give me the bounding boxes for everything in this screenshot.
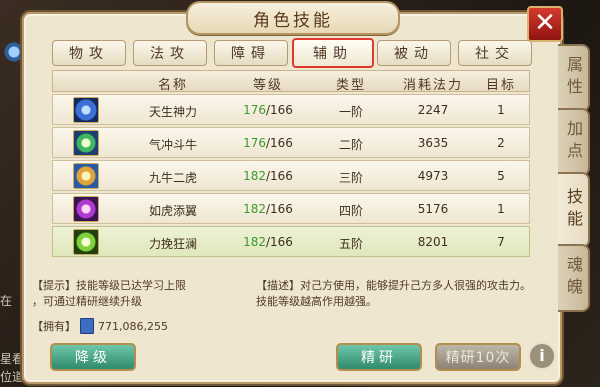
skill-name: 九牛二虎 — [148, 171, 197, 185]
mana-cost: 8201 — [417, 235, 449, 249]
description-line: 技能等级越高作用越强。 — [256, 295, 377, 308]
mana-cost: 3635 — [417, 136, 449, 150]
level-max: /166 — [265, 136, 293, 150]
side-tab-points[interactable]: 加点 — [558, 108, 590, 176]
column-header-target: 目标 — [485, 78, 516, 93]
downgrade-button[interactable]: 降级 — [50, 343, 136, 371]
hint-text: 【提示】技能等级已达学习上限 ，可通过精研继续升级 — [32, 278, 242, 310]
level-current: 182 — [243, 235, 266, 249]
purple-flame-skill-icon — [73, 196, 99, 222]
background-text: 在 — [0, 294, 13, 308]
target-count: 5 — [497, 169, 505, 183]
green-orb-skill-icon — [73, 130, 99, 156]
mana-cost: 2247 — [417, 103, 449, 117]
skill-level: 176/166 — [233, 136, 303, 150]
column-header-name: 名称 — [157, 78, 188, 93]
owned-label: 【拥有】 — [32, 320, 76, 333]
book-icon — [80, 318, 94, 334]
background-text: 位道 — [0, 370, 25, 384]
table-row[interactable]: 天生神力 176/166 一阶 2247 1 — [52, 94, 530, 125]
skill-level: 182/166 — [233, 235, 303, 249]
target-count: 1 — [497, 202, 505, 216]
skill-name: 天生神力 — [148, 105, 197, 119]
level-current: 182 — [243, 202, 266, 216]
description-line: 【描述】对己方使用，能够提升己方多人很强的攻击力。 — [256, 279, 531, 292]
skill-type: 三阶 — [338, 171, 363, 185]
side-tab-attributes[interactable]: 属性 — [558, 44, 590, 112]
owned-value: 771,086,255 — [98, 319, 168, 333]
side-tab-skills[interactable]: 技能 — [558, 172, 590, 248]
mana-cost: 4973 — [417, 169, 449, 183]
window-title: 角色技能 — [186, 1, 400, 35]
side-tab-soul[interactable]: 魂魄 — [558, 244, 590, 312]
skill-level: 182/166 — [233, 169, 303, 183]
table-row-selected[interactable]: 力挽狂澜 182/166 五阶 8201 7 — [52, 226, 530, 257]
target-count: 7 — [497, 235, 505, 249]
table-row[interactable]: 如虎添翼 182/166 四阶 5176 1 — [52, 193, 530, 224]
table-row[interactable]: 九牛二虎 182/166 三阶 4973 5 — [52, 160, 530, 191]
skill-level: 176/166 — [233, 103, 303, 117]
tab-social[interactable]: 社交 — [458, 40, 532, 66]
column-header-cost: 消耗法力 — [402, 78, 463, 93]
description-text: 【描述】对己方使用，能够提升己方多人很强的攻击力。 技能等级越高作用越强。 — [256, 278, 556, 310]
column-header-level: 等级 — [252, 78, 283, 93]
table-row[interactable]: 气冲斗牛 176/166 二阶 3635 2 — [52, 127, 530, 158]
skill-type: 二阶 — [338, 138, 363, 152]
target-count: 1 — [497, 103, 505, 117]
refine-ten-button[interactable]: 精研10次 — [435, 343, 521, 371]
level-current: 176 — [243, 103, 266, 117]
level-max: /166 — [265, 235, 293, 249]
background-text: 星看 — [0, 352, 25, 366]
target-count: 2 — [497, 136, 505, 150]
tab-physical-attack[interactable]: 物攻 — [52, 40, 126, 66]
skill-name: 如虎添翼 — [148, 204, 197, 218]
tab-passive[interactable]: 被动 — [377, 40, 451, 66]
skill-level: 182/166 — [233, 202, 303, 216]
blue-lightning-skill-icon — [73, 97, 99, 123]
golden-aura-skill-icon — [73, 163, 99, 189]
level-current: 182 — [243, 169, 266, 183]
level-max: /166 — [265, 169, 293, 183]
tab-obstacle[interactable]: 障碍 — [214, 40, 288, 66]
table-header: 名称 等级 类型 消耗法力 目标 — [52, 70, 530, 93]
refine-button[interactable]: 精研 — [336, 343, 422, 371]
hint-line: ，可通过精研继续升级 — [32, 295, 142, 308]
skill-type: 一阶 — [338, 105, 363, 119]
close-button[interactable]: ✕ — [527, 6, 563, 42]
level-max: /166 — [265, 202, 293, 216]
skill-name: 力挽狂澜 — [148, 237, 197, 251]
mana-cost: 5176 — [417, 202, 449, 216]
info-icon[interactable]: i — [528, 342, 556, 370]
skill-type: 五阶 — [338, 237, 363, 251]
level-max: /166 — [265, 103, 293, 117]
tab-magic-attack[interactable]: 法攻 — [133, 40, 207, 66]
skill-name: 气冲斗牛 — [148, 138, 197, 152]
owned-currency: 【拥有】 771,086,255 — [32, 318, 168, 334]
level-current: 176 — [243, 136, 266, 150]
skill-type: 四阶 — [338, 204, 363, 218]
tab-support[interactable]: 辅助 — [292, 38, 374, 68]
green-burst-skill-icon — [73, 229, 99, 255]
hint-line: 【提示】技能等级已达学习上限 — [32, 279, 186, 292]
column-header-type: 类型 — [335, 78, 366, 93]
